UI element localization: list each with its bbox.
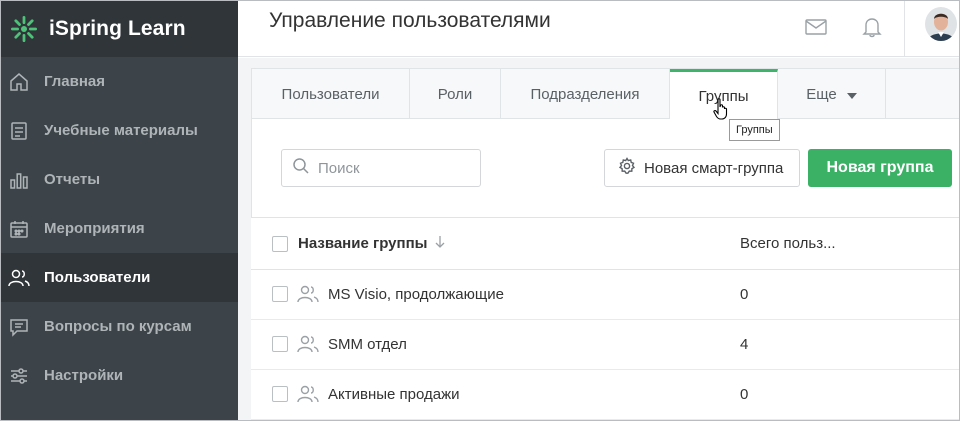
group-total: 0: [740, 286, 749, 303]
sidebar-item-questions[interactable]: Вопросы по курсам: [0, 302, 238, 351]
materials-icon: [8, 120, 30, 142]
top-bar: Управление пользователями: [238, 0, 960, 57]
sidebar-item-label: Пользователи: [44, 269, 151, 286]
page-title: Управление пользователями: [269, 9, 551, 32]
column-header-label: Название группы: [298, 235, 428, 252]
smart-group-label: Новая смарт-группа: [644, 159, 784, 177]
sidebar-item-label: Мероприятия: [44, 220, 145, 237]
gear-icon: [618, 157, 636, 179]
sidebar-item-label: Вопросы по курсам: [44, 318, 192, 335]
tab-label: Роли: [437, 85, 473, 103]
table-header: Название группы Всего польз...: [251, 217, 960, 270]
row-checkbox[interactable]: [272, 336, 288, 352]
home-icon: [8, 71, 30, 93]
column-header-total[interactable]: Всего польз...: [740, 235, 836, 252]
chat-icon: [8, 316, 30, 338]
reports-icon: [8, 169, 30, 191]
group-total: 0: [740, 386, 749, 403]
avatar[interactable]: [925, 7, 957, 41]
group-name[interactable]: SMM отдел: [328, 336, 407, 353]
tab-label: Подразделения: [530, 85, 640, 103]
new-group-button[interactable]: Новая группа: [808, 149, 952, 187]
sidebar-item-users[interactable]: Пользователи: [0, 253, 238, 302]
row-checkbox[interactable]: [272, 286, 288, 302]
tab-roles[interactable]: Роли: [410, 69, 501, 119]
calendar-icon: [8, 218, 30, 240]
hand-cursor-icon: [713, 98, 729, 125]
sidebar-item-label: Отчеты: [44, 171, 101, 188]
group-name[interactable]: Активные продажи: [328, 386, 460, 403]
header-divider: [904, 0, 905, 57]
new-smart-group-button[interactable]: Новая смарт-группа: [604, 149, 800, 187]
sidebar-item-label: Настройки: [44, 367, 124, 384]
sidebar-item-label: Главная: [44, 73, 106, 90]
table-row[interactable]: SMM отдел 4: [251, 320, 960, 370]
sidebar-item-events[interactable]: Мероприятия: [0, 204, 238, 253]
tab-tooltip: Группы: [729, 119, 780, 141]
sidebar-item-settings[interactable]: Настройки: [0, 351, 238, 400]
sidebar-item-materials[interactable]: Учебные материалы: [0, 106, 238, 155]
search-input[interactable]: [318, 159, 468, 177]
caret-down-icon: [846, 86, 857, 103]
group-name[interactable]: MS Visio, продолжающие: [328, 286, 504, 303]
sidebar-item-reports[interactable]: Отчеты: [0, 155, 238, 204]
tab-departments[interactable]: Подразделения: [501, 69, 670, 119]
settings-icon: [8, 365, 30, 387]
search-field[interactable]: [281, 149, 481, 187]
tab-label: Пользователи: [281, 85, 380, 103]
mail-icon[interactable]: [805, 16, 827, 38]
tab-users[interactable]: Пользователи: [252, 69, 410, 119]
app-name: iSpring Learn: [49, 16, 186, 40]
select-all-checkbox[interactable]: [272, 236, 288, 252]
tab-bar: Пользователи Роли Подразделения Группы Е…: [252, 69, 960, 120]
group-icon: [297, 384, 319, 409]
group-total: 4: [740, 336, 749, 353]
sidebar: iSpring Learn Главная Учебные материалы …: [0, 0, 238, 421]
search-icon: [292, 157, 310, 180]
table-row[interactable]: MS Visio, продолжающие 0: [251, 270, 960, 320]
bell-icon[interactable]: [861, 16, 883, 38]
group-icon: [297, 284, 319, 309]
column-header-name[interactable]: Название группы: [298, 235, 445, 252]
sort-down-icon: [435, 235, 445, 252]
tab-label: Еще: [806, 85, 837, 103]
sidebar-item-label: Учебные материалы: [44, 122, 198, 139]
sidebar-item-home[interactable]: Главная: [0, 57, 238, 106]
table-row[interactable]: Активные продажи 0: [251, 370, 960, 420]
ispring-logo-icon: [9, 14, 39, 44]
row-checkbox[interactable]: [272, 386, 288, 402]
logo[interactable]: iSpring Learn: [0, 0, 238, 57]
group-icon: [297, 334, 319, 359]
users-icon: [8, 267, 30, 289]
tab-more[interactable]: Еще: [778, 69, 886, 119]
